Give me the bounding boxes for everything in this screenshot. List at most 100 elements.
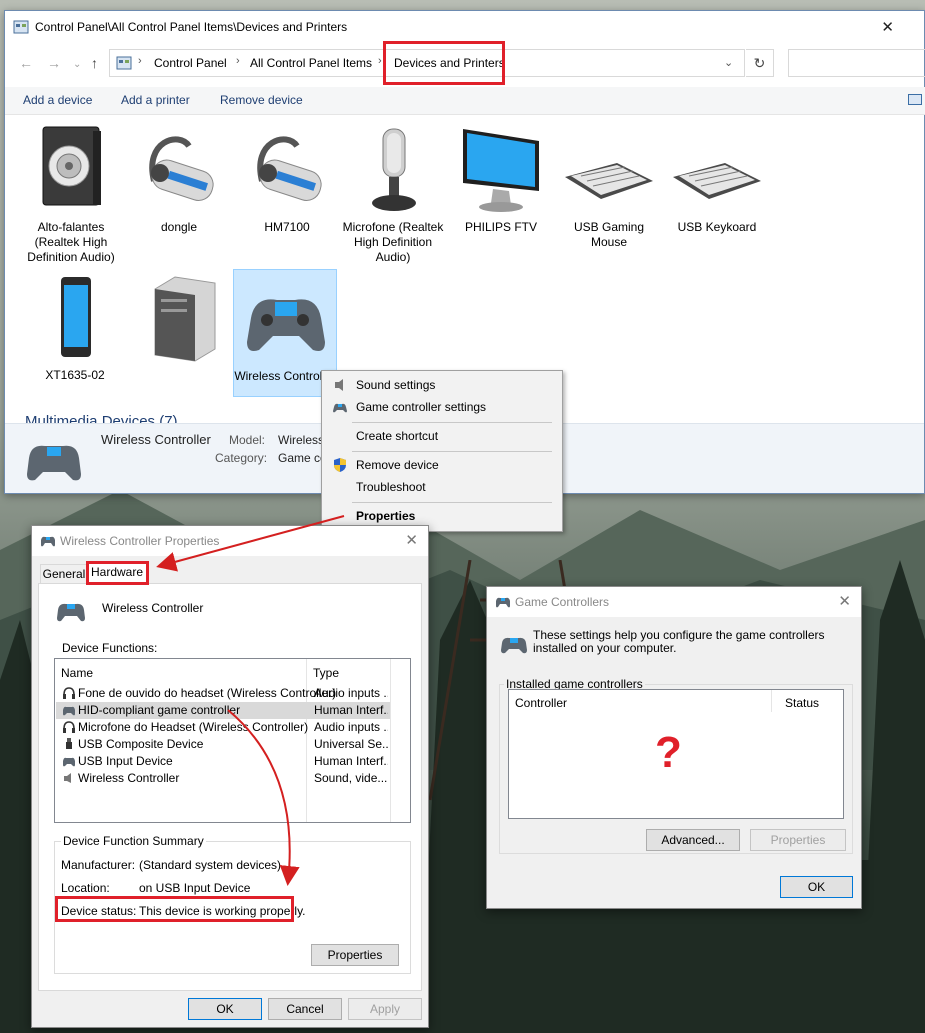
table-row[interactable]: Microfone do Headset (Wireless Controlle… [56, 719, 390, 736]
gamepad-icon [496, 597, 510, 608]
manufacturer-label: Manufacturer: [61, 858, 136, 872]
device-item[interactable]: USB Keykoard [665, 121, 769, 235]
device-name: Wireless Controller [102, 601, 204, 615]
device-label: XT1635-02 [45, 368, 105, 382]
wireless-controller-properties-dialog: Wireless Controller Properties ✕ General… [31, 525, 429, 1028]
device-label: Microfone (Realtek High Definition Audio… [342, 220, 444, 264]
device-item[interactable]: USB Gaming Mouse [557, 121, 661, 250]
control-panel-icon [116, 56, 132, 70]
breadcrumb-control-panel[interactable]: Control Panel [154, 56, 227, 70]
add-printer-button[interactable]: Add a printer [121, 93, 190, 107]
command-bar: Add a device Add a printer Remove device [5, 87, 925, 115]
menu-separator [352, 502, 552, 503]
recent-locations-chevron-icon[interactable]: ⌄ [73, 59, 81, 70]
hardware-tab-pane: Wireless Controller Device Functions: Na… [38, 583, 422, 991]
category-label: Category: [215, 451, 268, 465]
menu-item-label: Game controller settings [356, 400, 487, 414]
usb-icon [66, 738, 72, 749]
search-input[interactable] [788, 49, 925, 77]
row-type: Audio inputs ... [314, 686, 388, 700]
row-name: HID-compliant game controller [78, 703, 241, 717]
column-header-status[interactable]: Status [785, 696, 819, 710]
close-icon[interactable]: ✕ [405, 531, 418, 549]
column-header-type[interactable]: Type [313, 666, 339, 680]
control-panel-icon [13, 20, 29, 34]
group-header[interactable]: Multimedia Devices (7) [25, 413, 178, 423]
row-name: Microfone do Headset (Wireless Controlle… [78, 720, 309, 734]
location-label: Location: [61, 881, 110, 895]
gamepad-icon [63, 706, 75, 716]
microphone-icon [372, 128, 416, 211]
menu-item-game-controller-settings[interactable]: Game controller settings [322, 396, 562, 418]
details-device-name: Wireless Controller [101, 432, 211, 447]
computer-tower-icon [154, 276, 216, 362]
context-menu: Sound settings Game controller settings … [321, 370, 563, 532]
remove-device-button[interactable]: Remove device [220, 93, 303, 107]
advanced-button[interactable]: Advanced... [646, 829, 740, 851]
device-item[interactable]: Microfone (Realtek High Definition Audio… [341, 121, 445, 265]
menu-item-label: Sound settings [356, 378, 436, 392]
table-row[interactable]: Wireless Controller Sound, vide... [56, 770, 390, 787]
window-title: Control Panel\All Control Panel Items\De… [35, 20, 348, 34]
menu-item-properties[interactable]: Properties [322, 505, 562, 527]
device-label: USB Gaming Mouse [573, 220, 645, 249]
table-row-selected[interactable]: HID-compliant game controller Human Inte… [56, 702, 390, 719]
table-row[interactable]: USB Composite Device Universal Se... [56, 736, 390, 753]
menu-item-label: Create shortcut [356, 429, 439, 443]
refresh-icon[interactable]: ↻ [746, 49, 774, 77]
back-arrow-icon[interactable]: ← [19, 55, 33, 71]
device-item[interactable]: dongle [127, 121, 231, 235]
ok-button[interactable]: OK [188, 998, 262, 1020]
device-item[interactable]: XT1635-02 [23, 269, 127, 383]
menu-separator [352, 451, 552, 452]
chevron-right-icon: › [378, 55, 382, 67]
device-item[interactable]: HM7100 [235, 121, 339, 235]
location-value: on USB Input Device [139, 881, 251, 895]
close-icon[interactable]: ✕ [838, 592, 851, 610]
add-device-button[interactable]: Add a device [23, 93, 92, 107]
up-arrow-icon[interactable]: ↑ [91, 55, 98, 71]
row-type: Universal Se... [314, 737, 388, 751]
table-row[interactable]: USB Input Device Human Interf... [56, 753, 390, 770]
chevron-down-icon[interactable]: ⌄ [724, 56, 733, 69]
table-row[interactable]: Fone de ouvido do headset (Wireless Cont… [56, 685, 390, 702]
device-item[interactable]: PHILIPS FTV [449, 121, 553, 235]
column-header-controller[interactable]: Controller [515, 696, 567, 710]
keyboard-icon [565, 163, 653, 199]
tab-general[interactable]: General [40, 564, 88, 584]
properties-button[interactable]: Properties [750, 829, 846, 851]
device-status-highlight-annotation [55, 896, 294, 922]
properties-button[interactable]: Properties [311, 944, 399, 966]
menu-item-remove-device[interactable]: Remove device [322, 454, 562, 476]
apply-button[interactable]: Apply [348, 998, 422, 1020]
game-controllers-dialog: Game Controllers ✕ These settings help y… [486, 586, 862, 909]
breadcrumb-highlight-annotation [383, 41, 505, 85]
change-view-icon[interactable] [908, 94, 922, 105]
description-text: These settings help you configure the ga… [533, 628, 825, 655]
menu-item-label: Properties [356, 509, 416, 523]
model-value: Wireless [278, 433, 325, 447]
monitor-icon [463, 129, 539, 212]
close-icon[interactable]: ✕ [881, 18, 894, 36]
menu-item-create-shortcut[interactable]: Create shortcut [322, 425, 562, 447]
device-item[interactable]: Alto-falantes (Realtek High Definition A… [19, 121, 123, 265]
speaker-icon [335, 379, 343, 391]
cancel-button[interactable]: Cancel [268, 998, 342, 1020]
menu-item-label: Troubleshoot [356, 480, 426, 494]
row-type: Human Interf... [314, 754, 388, 768]
device-item[interactable] [129, 269, 233, 368]
controllers-list[interactable]: Controller Status ? [508, 689, 844, 819]
ok-button[interactable]: OK [780, 876, 853, 898]
gamepad-icon [57, 603, 85, 622]
forward-arrow-icon[interactable]: → [47, 55, 61, 71]
headphones-icon [63, 721, 75, 733]
menu-item-label: Remove device [356, 458, 439, 472]
row-name: Wireless Controller [78, 771, 180, 785]
device-label: USB Keykoard [677, 220, 757, 234]
device-functions-list[interactable]: Name Type Fone de ouvido do headset (Wir… [54, 658, 411, 823]
column-header-name[interactable]: Name [61, 666, 93, 680]
breadcrumb-all-items[interactable]: All Control Panel Items [250, 56, 372, 70]
gamepad-icon [501, 637, 527, 654]
menu-item-sound-settings[interactable]: Sound settings [322, 374, 562, 396]
menu-item-troubleshoot[interactable]: Troubleshoot [322, 476, 562, 498]
